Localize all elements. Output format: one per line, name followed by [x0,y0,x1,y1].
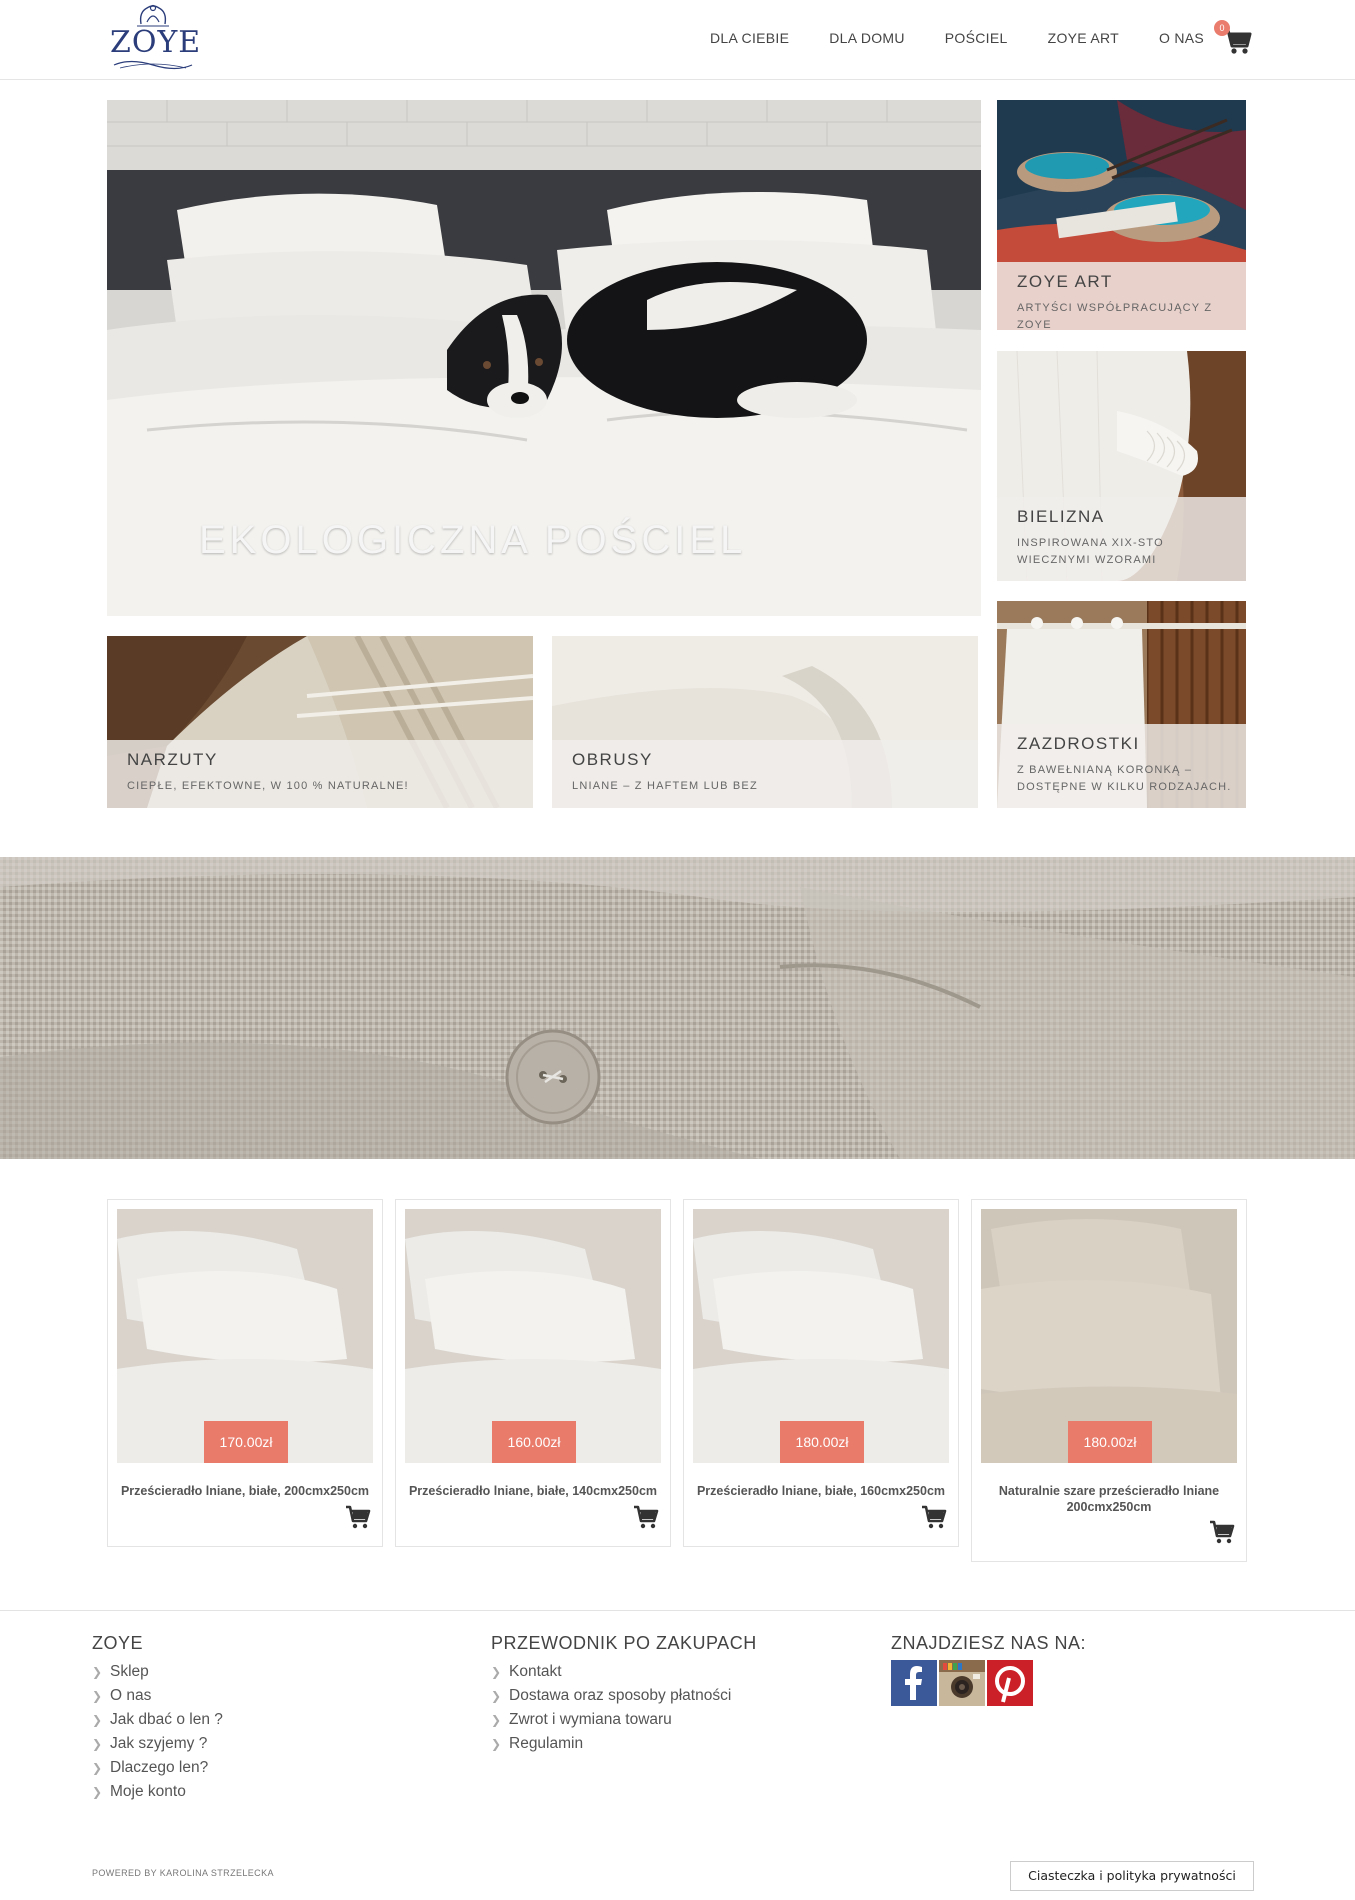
product-card[interactable]: 180.00zł Naturalnie szare prześcieradło … [971,1199,1247,1562]
tile-title: NARZUTY [127,750,218,769]
tile-caption: OBRUSY LNIANE – Z HAFTEM LUB BEZ [552,740,978,808]
product-card[interactable]: 170.00zł Prześcieradło lniane, białe, 20… [107,1199,383,1547]
footer-link-sklep[interactable]: ❯ Sklep [92,1660,223,1684]
footer-link-moje-konto[interactable]: ❯ Moje konto [92,1780,223,1804]
footer-heading: PRZEWODNIK PO ZAKUPACH [491,1633,757,1653]
nav-dla-ciebie[interactable]: DLA CIEBIE [710,30,789,46]
footer-link-jak-dbac[interactable]: ❯ Jak dbać o len ? [92,1708,223,1732]
price-tag[interactable]: 170.00zł [204,1421,288,1463]
tile-caption: ZAZDROSTKI Z BAWEŁNIANĄ KORONKĄ – DOSTĘP… [997,724,1246,808]
tile-title: ZAZDROSTKI [1017,734,1140,753]
tile-subtitle: Z BAWEŁNIANĄ KORONKĄ – DOSTĘPNE W KILKU … [1017,764,1232,793]
pinterest-icon[interactable] [987,1660,1033,1706]
site-header: ZOYE DLA CIEBIE DLA DOMU POŚCIEL ZOYE AR… [0,0,1355,80]
tile-narzuty[interactable]: NARZUTY CIEPŁE, EFEKTOWNE, W 100 % NATUR… [107,636,533,808]
chevron-right-icon: ❯ [491,1737,502,1751]
footer-link-dlaczego-len[interactable]: ❯ Dlaczego len? [92,1756,223,1780]
chevron-right-icon: ❯ [491,1689,502,1703]
product-card[interactable]: 180.00zł Prześcieradło lniane, białe, 16… [683,1199,959,1547]
tile-subtitle: ARTYŚCI WSPÓŁPRACUJĄCY Z ZOYE [1017,302,1213,330]
price-tag[interactable]: 160.00zł [492,1421,576,1463]
footer-column-social: ZNAJDZIESZ NAS NA: [891,1633,1086,1706]
chevron-right-icon: ❯ [92,1689,103,1703]
instagram-icon[interactable] [939,1660,985,1706]
chevron-right-icon: ❯ [491,1713,502,1727]
logo-swirl-icon [113,60,193,70]
nav-dla-domu[interactable]: DLA DOMU [829,30,905,46]
footer-link-dostawa[interactable]: ❯ Dostawa oraz sposoby płatności [491,1684,757,1708]
hero-posciel-banner[interactable]: EKOLOGICZNA POŚCIEL [107,100,981,616]
social-links [891,1660,1086,1706]
price-tag[interactable]: 180.00zł [1068,1421,1152,1463]
product-card[interactable]: 160.00zł Prześcieradło lniane, białe, 14… [395,1199,671,1547]
tile-bielizna[interactable]: BIELIZNA INSPIROWANA XIX-STO WIECZNYMI W… [997,351,1246,581]
nav-zoye-art[interactable]: ZOYE ART [1048,30,1119,46]
tile-subtitle: LNIANE – Z HAFTEM LUB BEZ [572,780,758,792]
tile-caption: BIELIZNA INSPIROWANA XIX-STO WIECZNYMI W… [997,497,1246,581]
linen-fabric-banner [0,857,1355,1159]
logo-wordmark: ZOYE [110,25,202,60]
chevron-right-icon: ❯ [491,1665,502,1679]
footer-link-kontakt[interactable]: ❯ Kontakt [491,1660,757,1684]
footer-column-przewodnik: PRZEWODNIK PO ZAKUPACH ❯ Kontakt ❯ Dostawa… [491,1633,757,1756]
main-nav: DLA CIEBIE DLA DOMU POŚCIEL ZOYE ART O N… [690,30,1244,46]
tile-title: BIELIZNA [1017,507,1105,526]
footer-link-regulamin[interactable]: ❯ Regulamin [491,1732,757,1756]
tile-title: OBRUSY [572,750,653,769]
footer-divider [0,1610,1355,1611]
powered-by-credit[interactable]: POWERED BY KAROLINA STRZELECKA [92,1868,274,1878]
tile-obrusy[interactable]: OBRUSY LNIANE – Z HAFTEM LUB BEZ [552,636,978,808]
product-name[interactable]: Prześcieradło lniane, białe, 200cmx250cm [118,1483,372,1499]
cart-button[interactable]: 0 [1214,20,1254,56]
add-to-cart-icon[interactable] [344,1504,372,1530]
footer-column-zoye: ZOYE ❯ Sklep ❯ O nas ❯ Jak dbać o len ? ❯ Ja… [92,1633,223,1804]
tile-title: ZOYE ART [1017,272,1113,291]
footer-link-zwrot[interactable]: ❯ Zwrot i wymiana towaru [491,1708,757,1732]
footer-link-jak-szyjemy[interactable]: ❯ Jak szyjemy ? [92,1732,223,1756]
tile-caption: NARZUTY CIEPŁE, EFEKTOWNE, W 100 % NATUR… [107,740,533,808]
nav-posciel[interactable]: POŚCIEL [945,30,1008,46]
cookie-policy-button[interactable]: Ciasteczka i polityka prywatności [1010,1861,1254,1891]
product-name[interactable]: Naturalnie szare prześcieradło lniane 20… [982,1483,1236,1515]
chevron-right-icon: ❯ [92,1665,103,1679]
facebook-icon[interactable] [891,1660,937,1706]
tile-zazdrostki[interactable]: ZAZDROSTKI Z BAWEŁNIANĄ KORONKĄ – DOSTĘP… [997,601,1246,808]
add-to-cart-icon[interactable] [1208,1519,1236,1545]
cart-count-badge: 0 [1214,20,1230,36]
chevron-right-icon: ❯ [92,1761,103,1775]
tile-zoye-art[interactable]: ZOYE ART ARTYŚCI WSPÓŁPRACUJĄCY Z ZOYE [997,100,1246,330]
nav-o-nas[interactable]: O NAS [1159,30,1204,46]
tile-caption: ZOYE ART ARTYŚCI WSPÓŁPRACUJĄCY Z ZOYE [997,262,1246,330]
zoye-logo[interactable]: ZOYE [110,2,202,80]
tile-subtitle: INSPIROWANA XIX-STO WIECZNYMI WZORAMI [1017,537,1164,566]
tile-subtitle: CIEPŁE, EFEKTOWNE, W 100 % NATURALNE! [127,780,409,792]
add-to-cart-icon[interactable] [920,1504,948,1530]
product-name[interactable]: Prześcieradło lniane, białe, 140cmx250cm [406,1483,660,1499]
price-tag[interactable]: 180.00zł [780,1421,864,1463]
hero-title: EKOLOGICZNA POŚCIEL [199,518,747,562]
chevron-right-icon: ❯ [92,1737,103,1751]
chevron-right-icon: ❯ [92,1785,103,1799]
add-to-cart-icon[interactable] [632,1504,660,1530]
chevron-right-icon: ❯ [92,1713,103,1727]
footer-heading: ZNAJDZIESZ NAS NA: [891,1633,1087,1653]
linen-button-image [0,857,1355,1159]
product-name[interactable]: Prześcieradło lniane, białe, 160cmx250cm [694,1483,948,1499]
footer-heading: ZOYE [92,1633,144,1653]
footer-link-o-nas[interactable]: ❯ O nas [92,1684,223,1708]
